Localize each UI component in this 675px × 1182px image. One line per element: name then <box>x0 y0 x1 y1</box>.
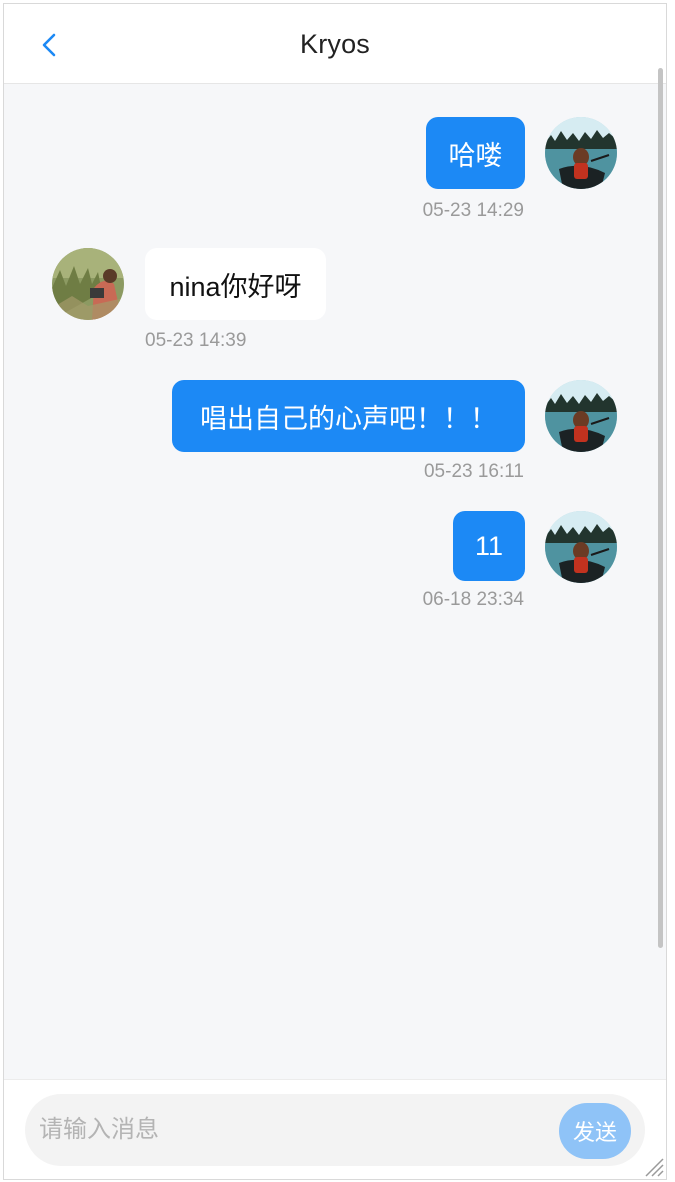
my-avatar[interactable] <box>545 117 617 189</box>
header-bar: Kryos <box>4 4 666 84</box>
message-bubble[interactable]: 哈喽 <box>426 117 525 189</box>
scrollbar[interactable] <box>658 68 663 948</box>
message-input-container: 发送 <box>25 1094 645 1166</box>
message-input[interactable] <box>39 1106 539 1154</box>
message-bubble[interactable]: 唱出自己的心声吧！！！ <box>172 380 525 452</box>
chat-window: Kryos 哈喽 05-23 14:29 nina你好呀 05-23 14:39 <box>3 3 667 1180</box>
composer-bar: 发送 <box>4 1079 666 1179</box>
message-time: 05-23 16:11 <box>423 461 524 482</box>
my-avatar[interactable] <box>545 511 617 583</box>
my-avatar[interactable] <box>545 380 617 452</box>
chat-title: Kryos <box>299 29 371 59</box>
contact-avatar[interactable] <box>52 248 124 320</box>
message-time: 05-23 14:29 <box>422 200 524 221</box>
message-bubble[interactable]: nina你好呀 <box>145 248 326 320</box>
send-button[interactable]: 发送 <box>559 1103 631 1159</box>
resize-grip-icon[interactable] <box>642 1155 664 1177</box>
message-bubble[interactable]: 11 <box>453 511 525 581</box>
message-time: 05-23 14:39 <box>145 330 247 351</box>
message-time: 06-18 23:34 <box>422 589 524 610</box>
